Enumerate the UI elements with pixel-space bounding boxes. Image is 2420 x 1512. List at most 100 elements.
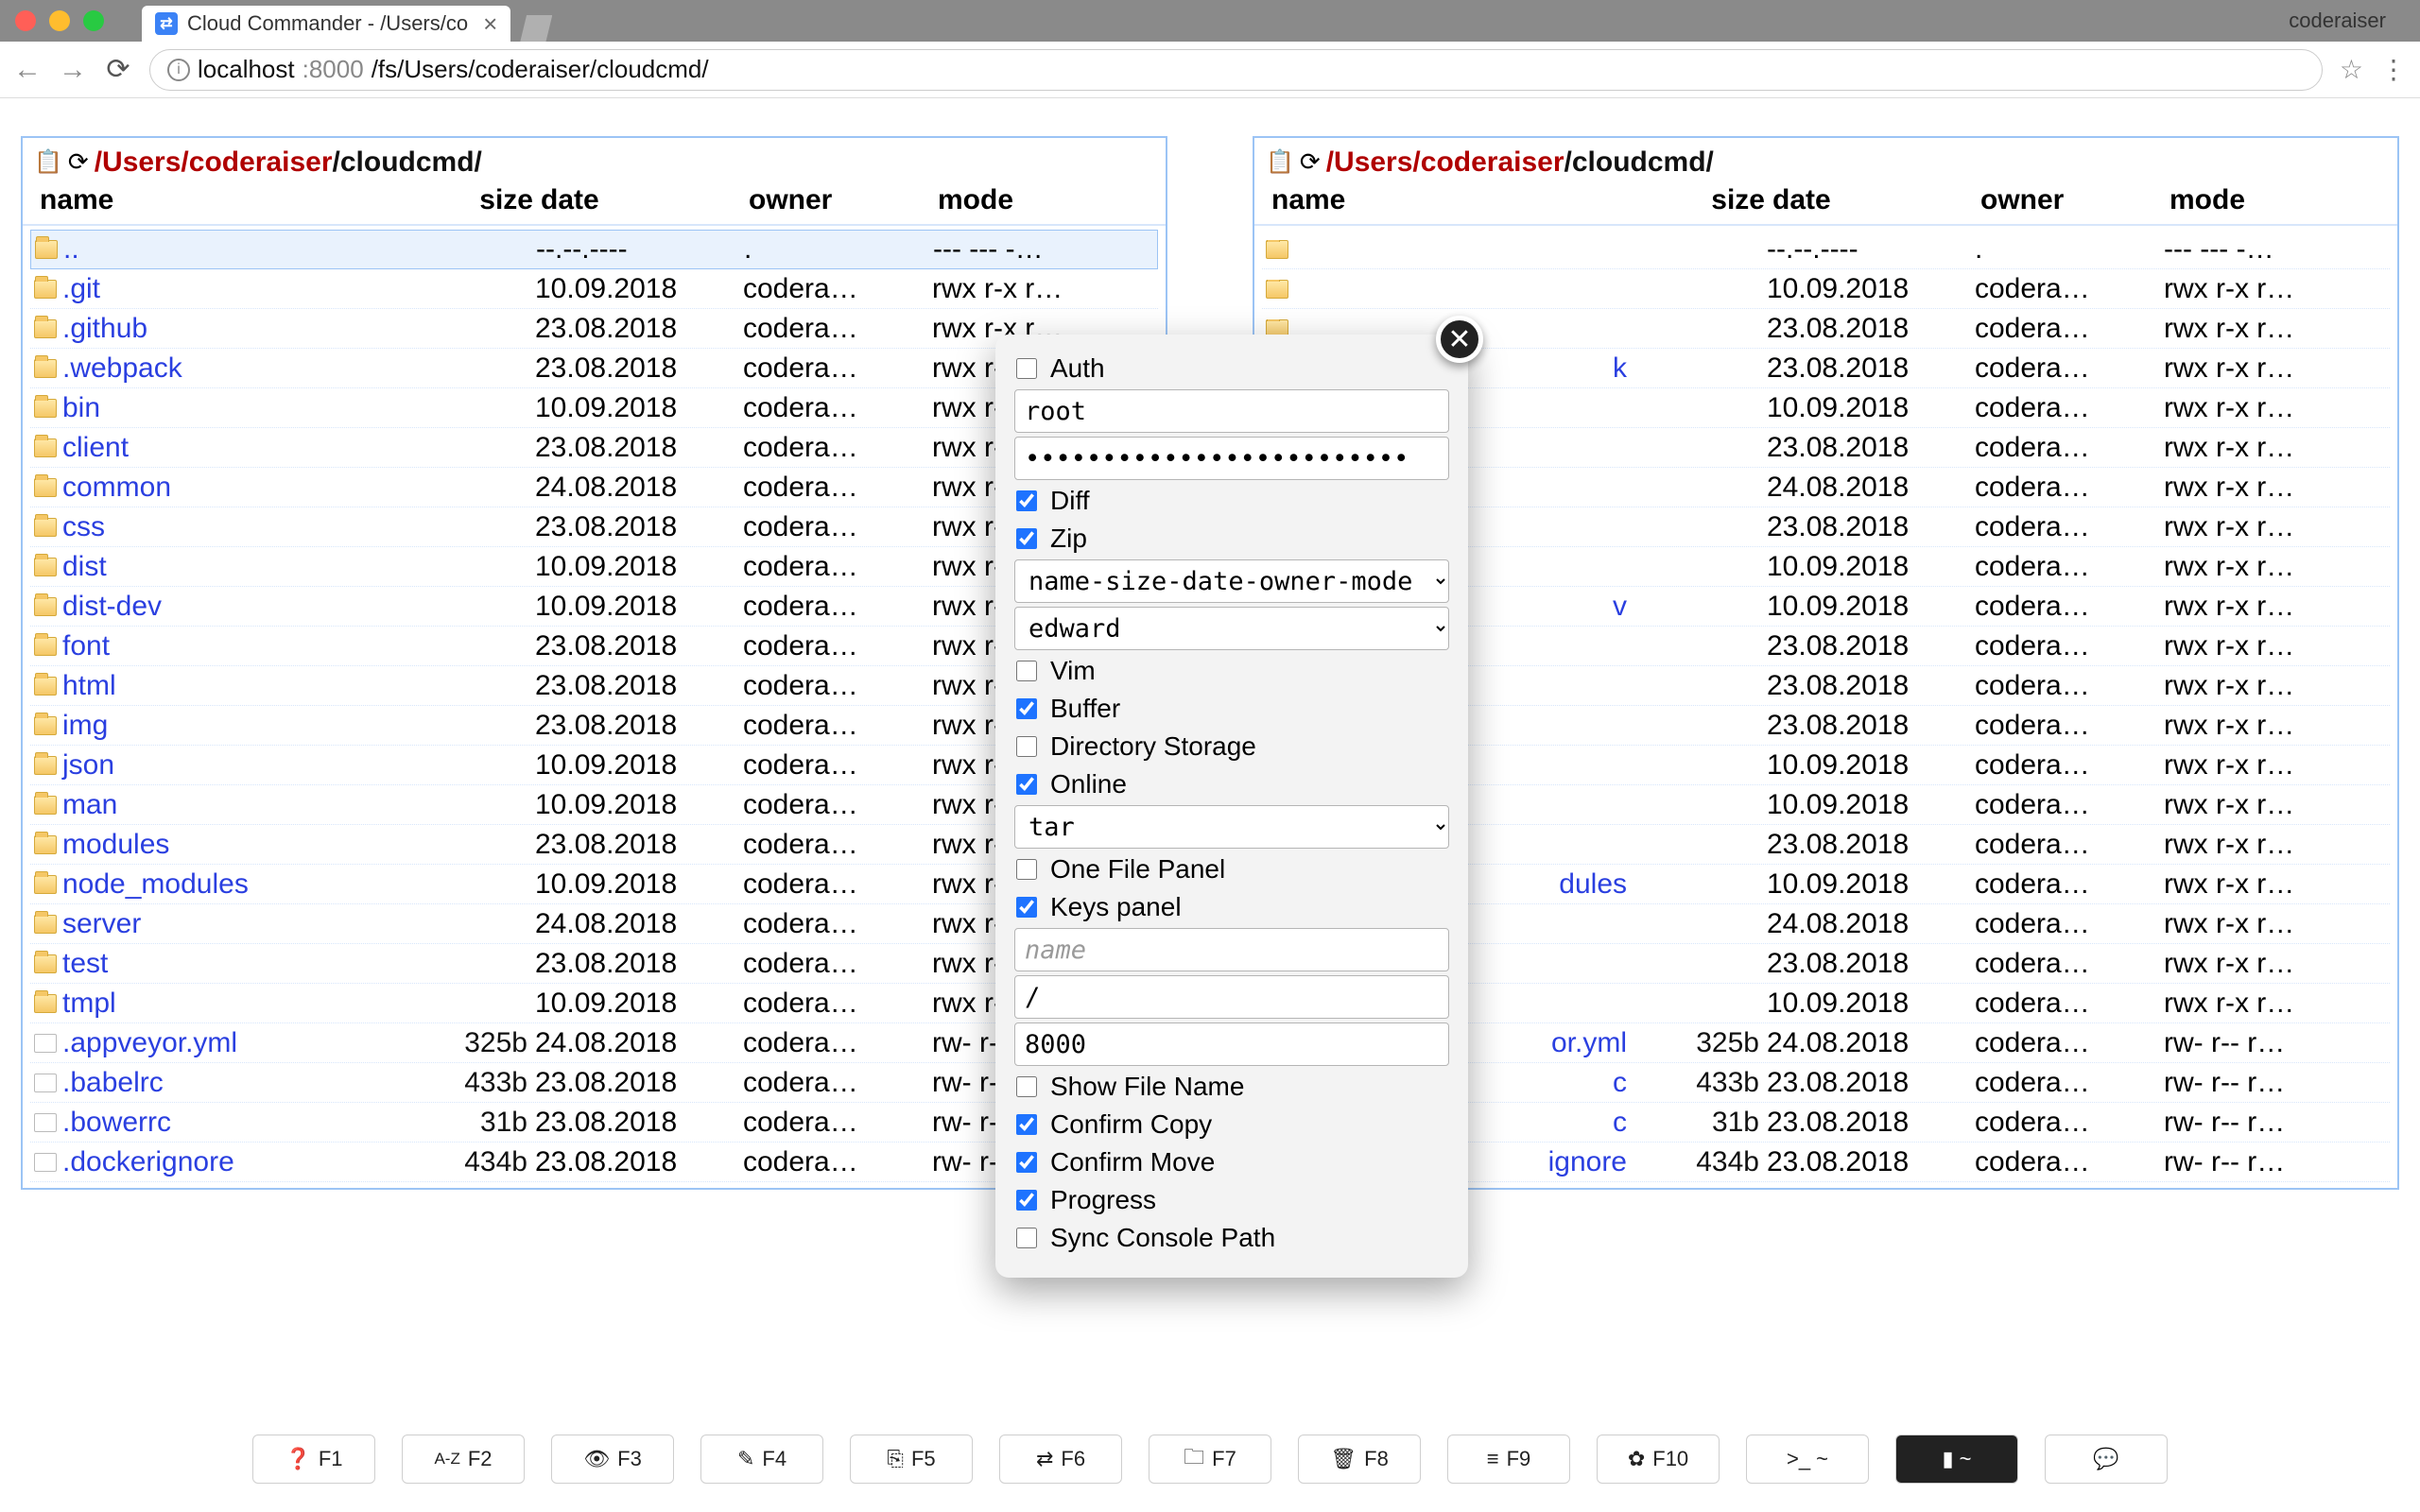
file-row[interactable]: --.--.----.--- --- -… [1262, 230, 2390, 269]
minimize-window-icon[interactable] [49, 10, 70, 31]
f8-button[interactable]: 🗑F8 [1298, 1435, 1421, 1484]
f2-button[interactable]: A-ZF2 [402, 1435, 525, 1484]
f9-button[interactable]: ≡F9 [1447, 1435, 1570, 1484]
buffer-checkbox[interactable] [1016, 698, 1037, 719]
auth-checkbox[interactable] [1016, 358, 1037, 379]
profile-name[interactable]: coderaiser [2289, 9, 2386, 33]
port-field[interactable] [1014, 1022, 1449, 1066]
file-date: 10.09.2018 [1763, 988, 1971, 1020]
copy-icon: ⎘ [887, 1447, 904, 1471]
file-row[interactable]: .babelrc433b23.08.2018codera…rw- r-- r… [30, 1063, 1158, 1103]
col-name[interactable]: name [1268, 180, 1636, 224]
f1-button[interactable]: ❓F1 [252, 1435, 375, 1484]
file-row[interactable]: tmpl10.09.2018codera…rwx r-x r… [30, 984, 1158, 1023]
columns-select[interactable]: name-size-date-owner-mode [1014, 559, 1449, 603]
root-field[interactable] [1014, 975, 1449, 1019]
reload-icon[interactable]: ⟳ [104, 56, 132, 84]
packer-select[interactable]: tar [1014, 805, 1449, 849]
file-row[interactable]: .dockerignore434b23.08.2018codera…rw- r-… [30, 1143, 1158, 1182]
file-row[interactable]: .bowerrc31b23.08.2018codera…rw- r-- r… [30, 1103, 1158, 1143]
syncconsole-checkbox[interactable] [1016, 1228, 1037, 1248]
file-row[interactable]: server24.08.2018codera…rwx r-x r… [30, 904, 1158, 944]
file-row[interactable]: .webpack23.08.2018codera…rwx r-x r… [30, 349, 1158, 388]
file-row[interactable]: common24.08.2018codera…rwx r-x r… [30, 468, 1158, 507]
col-owner[interactable]: owner [745, 180, 934, 224]
col-size[interactable]: size [1636, 180, 1769, 224]
onefilepanel-checkbox[interactable] [1016, 859, 1037, 880]
col-size[interactable]: size [405, 180, 537, 224]
col-mode[interactable]: mode [934, 180, 1142, 224]
browser-tab[interactable]: ⇄ Cloud Commander - /Users/co × [142, 6, 510, 42]
file-row[interactable]: modules23.08.2018codera…rwx r-x r… [30, 825, 1158, 865]
clipboard-icon[interactable]: 📋 [34, 148, 62, 176]
file-row[interactable]: img23.08.2018codera…rwx r-x r… [30, 706, 1158, 746]
showfilename-checkbox[interactable] [1016, 1076, 1037, 1097]
keyspanel-checkbox[interactable] [1016, 897, 1037, 918]
file-owner: codera… [1971, 908, 2160, 940]
path-breadcrumb[interactable]: /Users/coderaiser/cloudcmd/ [95, 146, 482, 179]
dirstorage-checkbox[interactable] [1016, 736, 1037, 757]
file-row[interactable]: node_modules10.09.2018codera…rwx r-x r… [30, 865, 1158, 904]
col-owner[interactable]: owner [1977, 180, 2166, 224]
file-size: 433b [399, 1067, 531, 1099]
file-date: 10.09.2018 [531, 749, 739, 782]
file-owner: codera… [739, 868, 928, 901]
file-row[interactable]: dist-dev10.09.2018codera…rwx r-x r… [30, 587, 1158, 627]
username-field[interactable] [1014, 389, 1449, 433]
close-window-icon[interactable] [15, 10, 36, 31]
contact-button[interactable]: 💬 [2045, 1435, 2168, 1484]
address-bar[interactable]: i localhost:8000/fs/Users/coderaiser/clo… [149, 49, 2323, 91]
site-info-icon[interactable]: i [167, 59, 190, 81]
back-icon[interactable]: ← [13, 56, 42, 84]
console-button[interactable]: ▮ ~ [1895, 1435, 2018, 1484]
bookmark-icon[interactable]: ☆ [2340, 54, 2363, 85]
forward-icon: → [59, 56, 87, 84]
file-row[interactable]: client23.08.2018codera…rwx r-x r… [30, 428, 1158, 468]
window-controls [15, 10, 104, 31]
f3-button[interactable]: 👁F3 [551, 1435, 674, 1484]
password-field[interactable] [1014, 437, 1449, 480]
confirmmove-checkbox[interactable] [1016, 1152, 1037, 1173]
online-checkbox[interactable] [1016, 774, 1037, 795]
col-mode[interactable]: mode [2166, 180, 2374, 224]
f4-button[interactable]: ✎F4 [700, 1435, 823, 1484]
file-row[interactable]: bin10.09.2018codera…rwx r-x r… [30, 388, 1158, 428]
terminal-button[interactable]: >_ ~ [1746, 1435, 1869, 1484]
file-date: 23.08.2018 [531, 1146, 739, 1178]
editor-select[interactable]: edward [1014, 607, 1449, 650]
col-date[interactable]: date [537, 180, 745, 224]
f6-button[interactable]: ⇄F6 [999, 1435, 1122, 1484]
file-row[interactable]: 10.09.2018codera…rwx r-x r… [1262, 269, 2390, 309]
col-name[interactable]: name [36, 180, 405, 224]
file-row[interactable]: json10.09.2018codera…rwx r-x r… [30, 746, 1158, 785]
zip-checkbox[interactable] [1016, 528, 1037, 549]
path-breadcrumb[interactable]: /Users/coderaiser/cloudcmd/ [1326, 146, 1714, 179]
name-field[interactable] [1014, 928, 1449, 971]
file-row[interactable]: test23.08.2018codera…rwx r-x r… [30, 944, 1158, 984]
f7-button[interactable]: 🗀F7 [1149, 1435, 1271, 1484]
new-tab-button[interactable] [520, 15, 552, 42]
col-date[interactable]: date [1769, 180, 1977, 224]
file-row[interactable]: dist10.09.2018codera…rwx r-x r… [30, 547, 1158, 587]
file-row[interactable]: .github23.08.2018codera…rwx r-x r… [30, 309, 1158, 349]
file-row[interactable]: css23.08.2018codera…rwx r-x r… [30, 507, 1158, 547]
f10-button[interactable]: ✿F10 [1597, 1435, 1720, 1484]
panel-refresh-icon[interactable]: ⟳ [1300, 147, 1321, 177]
clipboard-icon[interactable]: 📋 [1266, 148, 1294, 176]
panel-refresh-icon[interactable]: ⟳ [68, 147, 89, 177]
file-row[interactable]: font23.08.2018codera…rwx r-x r… [30, 627, 1158, 666]
f5-button[interactable]: ⎘F5 [850, 1435, 973, 1484]
file-row[interactable]: html23.08.2018codera…rwx r-x r… [30, 666, 1158, 706]
progress-checkbox[interactable] [1016, 1190, 1037, 1211]
vim-checkbox[interactable] [1016, 661, 1037, 681]
file-row[interactable]: .appveyor.yml325b24.08.2018codera…rw- r-… [30, 1023, 1158, 1063]
diff-checkbox[interactable] [1016, 490, 1037, 511]
file-row[interactable]: ..--.--.----.--- --- -… [30, 230, 1158, 269]
maximize-window-icon[interactable] [83, 10, 104, 31]
dialog-close-icon[interactable]: ✕ [1436, 316, 1483, 363]
tab-close-icon[interactable]: × [483, 9, 497, 39]
file-row[interactable]: .git10.09.2018codera…rwx r-x r… [30, 269, 1158, 309]
file-row[interactable]: man10.09.2018codera…rwx r-x r… [30, 785, 1158, 825]
confirmcopy-checkbox[interactable] [1016, 1114, 1037, 1135]
browser-menu-icon[interactable]: ⋮ [2380, 54, 2407, 85]
